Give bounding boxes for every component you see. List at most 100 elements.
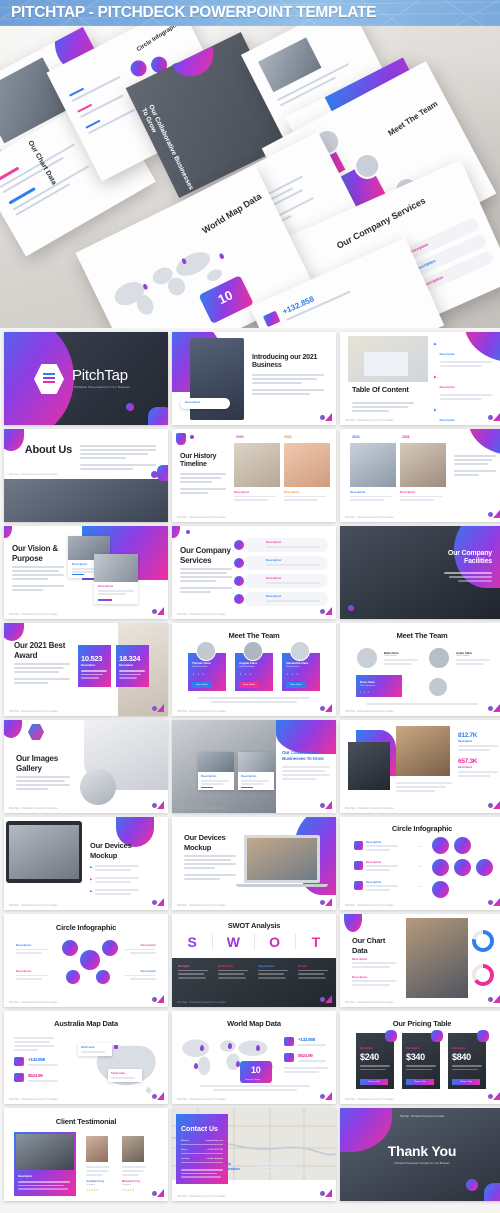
page-title: PITCHTAP - PITCHDECK POWERPOINT TEMPLATE (11, 4, 377, 21)
service-item[interactable]: Description (244, 556, 328, 570)
team-cta[interactable]: More Detail (286, 682, 306, 688)
pricing-cta[interactable]: Choose This (452, 1078, 480, 1085)
service-item[interactable]: Description (244, 538, 328, 552)
slide-corner-ornament (320, 801, 332, 809)
australia-map-shape (96, 1045, 156, 1095)
history-year: 2023 (352, 435, 360, 439)
slide-cover[interactable]: PitchTap Pitchdeck Presentation For Your… (4, 332, 168, 425)
circle-row-icon (354, 841, 363, 850)
slide-circle-infographic-2[interactable]: Circle Infographic Description Descripti… (4, 914, 168, 1007)
hero-caption-circle: Circle Infographic (135, 26, 182, 54)
slide-meet-the-team-2[interactable]: Meet The Team Bella Clara Chief Design A… (340, 623, 500, 716)
slide-meet-the-team-1[interactable]: Meet The Team Thomas Clara Chief Executi… (172, 623, 336, 716)
slide-pricing-table[interactable]: Our Pricing Table Description $240 Choos… (340, 1011, 500, 1104)
team-avatar (243, 641, 263, 661)
slide-collaborative[interactable]: Description Description Our Collaborativ… (172, 720, 336, 813)
preview-page: PITCHTAP - PITCHDECK POWERPOINT TEMPLATE… (0, 0, 500, 1213)
slide-row: Circle Infographic Description Descripti… (4, 914, 500, 1007)
slide-company-facilities[interactable]: Our Company Facilities (340, 526, 500, 619)
slide-australia-map[interactable]: Australia Map Data +132.858 $524.99 Nort… (4, 1011, 168, 1104)
circle-item: Description (16, 970, 48, 982)
stat-icon (14, 1057, 24, 1066)
slide-history-timeline[interactable]: Our History Timeline 2020 2022 Descripti… (172, 429, 336, 522)
slide-thank-you[interactable]: PitchTap - Pitchdeck Powerpoint Template… (340, 1108, 500, 1201)
pricing-card[interactable]: Description $840 Choose This (448, 1030, 489, 1089)
slide-chart-data[interactable]: Our Chart Data Description Description P… (340, 914, 500, 1007)
slide-introducing[interactable]: Introducing our 2021 Business Descriptio… (172, 332, 336, 425)
devices-title: Our Devices Mockup (90, 841, 132, 860)
rating-stars (86, 1189, 99, 1191)
introducing-label-pill: Description (180, 398, 230, 409)
donut-chart-pink (472, 964, 494, 986)
slide-about-us[interactable]: About Us PitchTap - Pitchdeck Powerpoint… (4, 429, 168, 522)
slide-circle-infographic-1[interactable]: Circle Infographic Description Descripti… (340, 817, 500, 910)
toc-item[interactable]: ▶ Description (434, 342, 498, 369)
slide-company-services[interactable]: Our Company Services Description Descrip… (172, 526, 336, 619)
slide-devices-mockup-tablet[interactable]: Our Devices Mockup ▶ ▶ ▶ PitchTap - Pitc… (4, 817, 168, 910)
contact-us-title: Contact Us (181, 1126, 218, 1133)
thankyou-brand: PitchTap - Pitchdeck Powerpoint Template (399, 1115, 445, 1118)
slide-table-of-content[interactable]: Table Of Content ▶ Description ▶ Descrip… (340, 332, 500, 425)
team-cta[interactable]: More Detail (239, 682, 259, 688)
slide-footer: PitchTap - Pitchdeck Powerpoint Template (177, 1097, 226, 1101)
pricing-cta[interactable]: Choose This (360, 1078, 388, 1085)
circle-row: Description (354, 861, 398, 873)
swot-column: Weaknesses (218, 965, 250, 981)
slide-footer: PitchTap - Pitchdeck Powerpoint Template (9, 1097, 58, 1101)
slide-corner-ornament (488, 1092, 500, 1100)
slide-corner-ornament (152, 1189, 164, 1197)
slide-client-testimonial[interactable]: Client Testimonial Description Jonathan … (4, 1108, 168, 1201)
slide-history-timeline-2[interactable]: 2023 2026 Description Description PitchT… (340, 429, 500, 522)
chart-photo (406, 918, 468, 998)
testimonial-title: Client Testimonial (55, 1117, 117, 1126)
service-item[interactable]: Description (244, 574, 328, 588)
laptop-base (236, 884, 328, 887)
slide-corner-ornament (320, 995, 332, 1003)
facilities-title: Our Company Facilities (447, 550, 492, 565)
swot-column: Strengths (178, 965, 210, 981)
team-avatar (356, 647, 378, 669)
facility-stat-value: 657.3K (458, 758, 478, 765)
slide-corner-ornament (152, 704, 164, 712)
swot-title: SWOT Analysis (227, 921, 281, 930)
about-photo (4, 479, 168, 522)
slide-swot[interactable]: SWOT Analysis S W O T Strengths Weakness… (172, 914, 336, 1007)
toc-item[interactable]: ▶ Description (434, 375, 498, 402)
team-cta[interactable]: More Detail (192, 682, 212, 688)
facility-photo-2 (396, 726, 450, 776)
gallery-hexagon-icon (28, 724, 44, 740)
services-title: Our Company Services (180, 546, 231, 566)
history-item: Description (284, 491, 326, 503)
slide-corner-ornament (488, 510, 500, 518)
gallery-photo-2 (80, 769, 116, 805)
history-item: Description (234, 491, 276, 503)
devices-title: Our Devices Mockup (184, 833, 226, 852)
stat-icon (284, 1053, 294, 1062)
slide-footer: PitchTap - Pitchdeck Powerpoint Template (345, 418, 394, 422)
slide-row: Australia Map Data +132.858 $524.99 Nort… (4, 1011, 500, 1104)
swot-letters: S W O T (172, 934, 336, 950)
circle-row-icon (354, 881, 363, 890)
team-title: Meet The Team (396, 631, 448, 640)
worldmap-title: World Map Data (227, 1019, 281, 1028)
circle-item: Description (16, 944, 48, 956)
slide-vision-purpose[interactable]: Our Vision & Purpose Description Descrip… (4, 526, 168, 619)
slide-contact-map[interactable]: Details Information PitchTap - Pitchdeck… (172, 1108, 336, 1201)
pricing-card[interactable]: Description $340 Choose This (402, 1030, 443, 1089)
slide-corner-ornament (320, 704, 332, 712)
slide-facilities-stats[interactable]: 812.7K Description 657.3K Description Pi… (340, 720, 500, 813)
pricing-card[interactable]: Description $240 Choose This (356, 1030, 397, 1089)
pricing-cta[interactable]: Choose This (406, 1078, 434, 1085)
slide-best-award[interactable]: Our 2021 Best Award 10.523 Description 1… (4, 623, 168, 716)
circle-row-icon (354, 861, 363, 870)
slide-devices-mockup-laptop[interactable]: Our Devices Mockup PitchTap - Pitchdeck … (172, 817, 336, 910)
slide-footer: PitchTap - Pitchdeck Powerpoint Template (345, 806, 394, 810)
slide-row: Our Devices Mockup ▶ ▶ ▶ PitchTap - Pitc… (4, 817, 500, 910)
slide-images-gallery[interactable]: Our Images Gallery PitchTap - Pitchdeck … (4, 720, 168, 813)
slide-corner-ornament (152, 607, 164, 615)
slide-world-map[interactable]: World Map Data 10 Regional Country +132.… (172, 1011, 336, 1104)
circle-row: Description (354, 881, 398, 893)
slide-footer: PitchTap - Pitchdeck Powerpoint Template (345, 515, 394, 519)
region-callout: North Area (78, 1043, 112, 1056)
service-item[interactable]: Description (244, 592, 328, 606)
